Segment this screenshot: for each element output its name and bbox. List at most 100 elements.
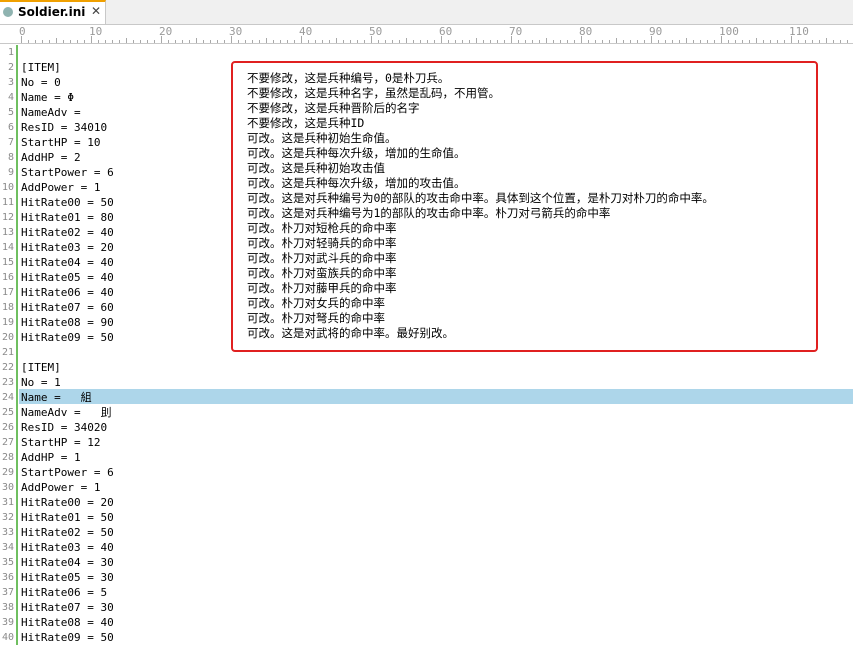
- ruler-tick: [686, 38, 687, 43]
- ruler-tick: [224, 40, 225, 43]
- line-text: HitRate02 = 50: [21, 526, 114, 539]
- line-text: HitRate01 = 50: [21, 511, 114, 524]
- ruler-label: 10: [89, 25, 103, 38]
- code-line[interactable]: 25 NameAdv = 刞: [0, 405, 853, 420]
- ruler-tick: [483, 40, 484, 43]
- code-line[interactable]: 34 HitRate03 = 40: [0, 540, 853, 555]
- ruler-tick: [98, 40, 99, 43]
- code-line[interactable]: 38 HitRate07 = 30: [0, 600, 853, 615]
- line-text: HitRate00 = 20: [21, 496, 114, 509]
- ruler-tick: [378, 40, 379, 43]
- ruler-tick: [700, 40, 701, 43]
- change-marker: [16, 165, 18, 180]
- ruler-tick: [329, 40, 330, 43]
- ruler-tick: [847, 40, 848, 43]
- line-text: HitRate09 = 50: [21, 331, 114, 344]
- line-number: 40: [1, 632, 14, 643]
- ruler-tick: [658, 40, 659, 43]
- ruler-tick: [217, 40, 218, 43]
- ruler-tick: [154, 40, 155, 43]
- code-line[interactable]: 26 ResID = 34020: [0, 420, 853, 435]
- code-line[interactable]: 40 HitRate09 = 50: [0, 630, 853, 645]
- tab-soldier-ini[interactable]: Soldier.ini ✕: [0, 0, 106, 24]
- ruler-tick: [133, 40, 134, 43]
- code-line[interactable]: 37 HitRate06 = 5: [0, 585, 853, 600]
- ruler-tick: [693, 40, 694, 43]
- change-marker: [16, 390, 18, 405]
- line-text: HitRate04 = 40: [21, 256, 114, 269]
- code-line[interactable]: 31 HitRate00 = 20: [0, 495, 853, 510]
- line-number: 3: [7, 77, 14, 88]
- ruler-tick: [350, 40, 351, 43]
- change-marker: [16, 345, 18, 360]
- ruler-tick: [420, 40, 421, 43]
- ruler-tick: [147, 40, 148, 43]
- change-marker: [16, 615, 18, 630]
- ruler-tick: [742, 40, 743, 43]
- code-line[interactable]: 28 AddHP = 1: [0, 450, 853, 465]
- change-marker: [16, 240, 18, 255]
- ruler-tick: [567, 40, 568, 43]
- code-line[interactable]: 39 HitRate08 = 40: [0, 615, 853, 630]
- line-text: HitRate07 = 30: [21, 601, 114, 614]
- line-text: AddHP = 2: [21, 151, 81, 164]
- line-number: 13: [1, 227, 14, 238]
- line-number: 29: [1, 467, 14, 478]
- line-text: StartHP = 12: [21, 436, 101, 449]
- change-marker: [16, 450, 18, 465]
- ruler-tick: [112, 40, 113, 43]
- code-line[interactable]: 27 StartHP = 12: [0, 435, 853, 450]
- ruler-tick: [595, 40, 596, 43]
- change-marker: [16, 270, 18, 285]
- ruler-tick: [749, 40, 750, 43]
- ruler-tick: [364, 40, 365, 43]
- ruler-tick: [833, 40, 834, 43]
- change-marker: [16, 540, 18, 555]
- ruler-tick: [756, 38, 757, 43]
- ruler-tick: [770, 40, 771, 43]
- ruler-tick: [238, 40, 239, 43]
- ruler-tick: [273, 40, 274, 43]
- change-marker: [16, 105, 18, 120]
- line-number: 22: [1, 362, 14, 373]
- ruler-tick: [77, 40, 78, 43]
- ruler-tick: [679, 40, 680, 43]
- code-line[interactable]: 30 AddPower = 1: [0, 480, 853, 495]
- line-text: NameAdv = 刞: [21, 406, 112, 419]
- ruler-tick: [49, 40, 50, 43]
- code-line[interactable]: 1: [0, 45, 853, 60]
- code-line[interactable]: 32 HitRate01 = 50: [0, 510, 853, 525]
- change-marker: [16, 90, 18, 105]
- ruler-tick: [469, 40, 470, 43]
- close-icon[interactable]: ✕: [91, 4, 101, 18]
- file-icon: [3, 7, 13, 17]
- ruler-tick: [182, 40, 183, 43]
- annotation-line: 不要修改，这是兵种编号，0是朴刀兵。: [247, 71, 450, 85]
- line-number: 27: [1, 437, 14, 448]
- ruler-tick: [434, 40, 435, 43]
- ruler-tick: [84, 40, 85, 43]
- ruler-tick: [105, 40, 106, 43]
- ruler-tick: [560, 40, 561, 43]
- ruler-tick: [525, 40, 526, 43]
- code-line[interactable]: 35 HitRate04 = 30: [0, 555, 853, 570]
- change-marker: [16, 45, 18, 60]
- line-number: 2: [7, 62, 14, 73]
- code-line[interactable]: 23 No = 1: [0, 375, 853, 390]
- ruler-label: 50: [369, 25, 383, 38]
- code-line[interactable]: 29 StartPower = 6: [0, 465, 853, 480]
- line-text: Name = 組: [21, 391, 92, 404]
- ruler-tick: [518, 40, 519, 43]
- ruler-tick: [322, 40, 323, 43]
- ruler-tick: [826, 38, 827, 43]
- code-line[interactable]: 33 HitRate02 = 50: [0, 525, 853, 540]
- ruler-tick: [42, 40, 43, 43]
- code-line[interactable]: 24 Name = 組: [0, 390, 853, 405]
- code-line[interactable]: 22 [ITEM]: [0, 360, 853, 375]
- code-line[interactable]: 36 HitRate05 = 30: [0, 570, 853, 585]
- ruler-tick: [203, 40, 204, 43]
- line-number: 20: [1, 332, 14, 343]
- line-text: HitRate06 = 40: [21, 286, 114, 299]
- line-number: 10: [1, 182, 14, 193]
- annotation-line: 可改。朴刀对武斗兵的命中率: [247, 251, 397, 265]
